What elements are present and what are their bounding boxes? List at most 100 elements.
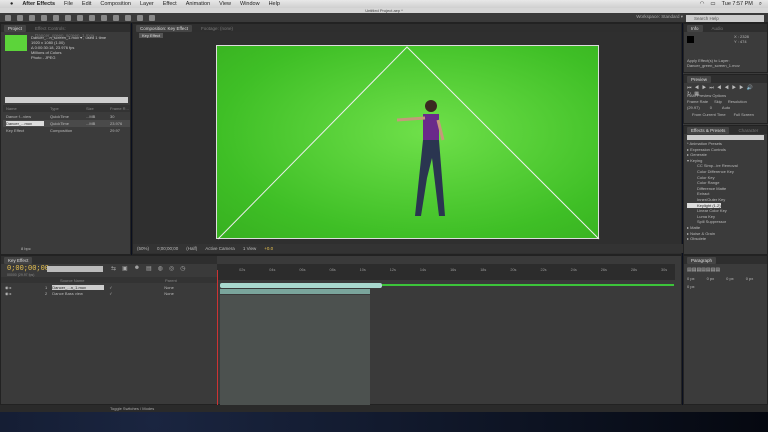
workspace-label: Workspace: bbox=[636, 14, 660, 19]
time-tick: 12s bbox=[389, 268, 396, 272]
views-dropdown[interactable]: 1 View bbox=[243, 246, 256, 251]
menu-window[interactable]: Window bbox=[240, 1, 260, 7]
paragraph-fields[interactable]: 0 px 0 px 0 px 0 px 0 px bbox=[684, 276, 767, 289]
mask-tool-icon[interactable] bbox=[77, 14, 83, 21]
eraser-tool-icon[interactable] bbox=[137, 14, 143, 21]
clock[interactable]: Tue 7:57 PM bbox=[722, 1, 753, 7]
current-time[interactable]: 0;00;00;00 bbox=[7, 265, 49, 273]
tab-preview[interactable]: Preview bbox=[687, 75, 712, 83]
time-tick: 20s bbox=[510, 268, 517, 272]
menu-app[interactable]: After Effects bbox=[22, 1, 55, 7]
pan-behind-tool-icon[interactable] bbox=[65, 14, 71, 21]
project-item[interactable]: Dancer_...mov QuickTime ...MB 23.976 bbox=[3, 120, 130, 127]
col-name[interactable]: Name bbox=[6, 106, 44, 111]
clone-tool-icon[interactable] bbox=[125, 14, 131, 21]
layer-bar[interactable] bbox=[220, 289, 370, 294]
brainstorm-icon: ◎ bbox=[168, 266, 175, 272]
menu-layer[interactable]: Layer bbox=[140, 1, 154, 7]
project-panel: Project Effect Controls: Dancer_green_scr… bbox=[0, 23, 131, 255]
tab-project[interactable]: Project bbox=[4, 24, 27, 32]
menu-help[interactable]: Help bbox=[269, 1, 280, 7]
effect-item[interactable]: ▸ Obsolete bbox=[687, 236, 767, 242]
desktop-background bbox=[0, 412, 768, 432]
timeline-switches[interactable]: ⇆ ▣ ☻ ▤ ◍ ◎ ◷ bbox=[111, 265, 185, 272]
time-tick: 30s bbox=[661, 268, 668, 272]
camera-dropdown[interactable]: Active Camera bbox=[205, 246, 235, 251]
tab-effect-controls[interactable]: Effect Controls: Dancer_green_screen_1.m… bbox=[31, 25, 130, 38]
time-tick: 24s bbox=[570, 268, 577, 272]
col-type[interactable]: Type bbox=[50, 106, 80, 111]
toggle-switches-modes[interactable]: Toggle Switches / Modes bbox=[110, 406, 154, 411]
puppet-tool-icon[interactable] bbox=[149, 14, 155, 21]
resolution-dropdown[interactable]: (Half) bbox=[186, 246, 197, 251]
composition-viewer: Composition: Key Effect Footage: (none) K… bbox=[132, 23, 683, 255]
layer-trim-line bbox=[382, 284, 674, 286]
timeline-search-input[interactable] bbox=[47, 266, 103, 272]
comp-breadcrumb[interactable]: Key Effect bbox=[139, 33, 164, 38]
time-tick: 28s bbox=[630, 268, 637, 272]
zoom-dropdown[interactable]: (50%) bbox=[137, 246, 149, 251]
preview-checkboxes[interactable]: From Current Time Full Screen bbox=[692, 112, 754, 117]
project-columns: Name Type Size Frame R... bbox=[3, 105, 130, 112]
menu-view[interactable]: View bbox=[219, 1, 231, 7]
project-item[interactable]: Key Effect Composition 29.97 bbox=[3, 127, 130, 134]
tab-audio[interactable]: Audio bbox=[708, 25, 728, 32]
preview-values[interactable]: (29.97) 0 Auto bbox=[687, 105, 730, 110]
tab-character[interactable]: Character bbox=[734, 127, 762, 134]
timecode-display[interactable]: 0;00;00;00 bbox=[157, 246, 178, 251]
search-help-input[interactable]: Search Help bbox=[686, 14, 764, 22]
alignment-buttons[interactable]: ▤▤▤▤▤▤▤ bbox=[684, 264, 767, 276]
menu-effect[interactable]: Effect bbox=[163, 1, 177, 7]
tab-footage[interactable]: Footage: (none) bbox=[197, 25, 237, 32]
zoom-tool-icon[interactable] bbox=[29, 14, 35, 21]
selection-tool-icon[interactable] bbox=[5, 14, 11, 21]
layer-row[interactable]: ◉ ▸ 2 Dance Bass view ✓ None bbox=[1, 290, 217, 296]
menu-file[interactable]: File bbox=[64, 1, 73, 7]
comp-canvas[interactable] bbox=[216, 45, 600, 240]
time-tick: 06s bbox=[299, 268, 306, 272]
tab-info[interactable]: Info bbox=[687, 24, 703, 32]
menu-composition[interactable]: Composition bbox=[100, 1, 131, 7]
eye-icon: ◉ ▸ bbox=[5, 290, 12, 296]
menu-animation[interactable]: Animation bbox=[186, 1, 210, 7]
current-time-indicator[interactable] bbox=[217, 270, 218, 406]
project-item[interactable]: Dance f...view QuickTime ...MB 30 bbox=[3, 113, 130, 120]
camera-tool-icon[interactable] bbox=[53, 14, 59, 21]
effect-item[interactable]: Inner/Outer Key bbox=[687, 197, 767, 203]
frame-blend-icon: ▤ bbox=[146, 266, 152, 272]
footage-info: Dancer_...n_screen_1.mov ▾ , used 1 time… bbox=[31, 35, 106, 60]
col-size[interactable]: Size bbox=[86, 106, 104, 111]
battery-icon[interactable]: ▭ bbox=[710, 1, 715, 7]
menu-edit[interactable]: Edit bbox=[82, 1, 91, 7]
hand-tool-icon[interactable] bbox=[17, 14, 23, 21]
brush-tool-icon[interactable] bbox=[113, 14, 119, 21]
workspace-selector[interactable]: Workspace: Standard ▾ bbox=[636, 14, 683, 20]
tab-composition[interactable]: Composition: Key Effect bbox=[136, 24, 192, 32]
exposure-value[interactable]: +0.0 bbox=[264, 246, 273, 251]
right-panels: Info Audio X : 2328 Y : 474 Apply Effect(… bbox=[683, 23, 768, 255]
wifi-icon[interactable]: ◠ bbox=[700, 1, 705, 7]
layer-columns: Source Name Parent bbox=[1, 277, 217, 283]
ram-preview-options[interactable]: RAM Preview Options bbox=[687, 93, 726, 98]
rotate-tool-icon[interactable] bbox=[41, 14, 47, 21]
layer-bar[interactable] bbox=[220, 283, 382, 288]
project-search-input[interactable] bbox=[5, 97, 128, 103]
spotlight-icon[interactable]: ⌕ bbox=[759, 1, 762, 8]
col-fps[interactable]: Frame R... bbox=[110, 106, 129, 111]
text-tool-icon[interactable] bbox=[101, 14, 107, 21]
timeline-footer: Toggle Switches / Modes bbox=[0, 405, 768, 412]
time-tick: 02s bbox=[239, 268, 246, 272]
tab-paragraph[interactable]: Paragraph bbox=[687, 256, 717, 264]
time-tick: 08s bbox=[329, 268, 336, 272]
effects-search-input[interactable] bbox=[687, 135, 764, 140]
tab-timeline-key-effect[interactable]: Key Effect bbox=[4, 256, 33, 264]
effects-list: * Animation Presets ▸ Expression Controls… bbox=[684, 141, 767, 242]
time-tick: 14s bbox=[419, 268, 427, 272]
apple-icon[interactable]: ● bbox=[10, 1, 13, 7]
dancer-figure bbox=[397, 100, 445, 216]
time-ruler[interactable]: 02s 04s 06s 08s 10s 12s 14s 16s 18s 20s 22s 24s 26s 2… bbox=[217, 264, 675, 280]
pen-tool-icon[interactable] bbox=[89, 14, 95, 21]
y-readout: Y : 474 bbox=[734, 39, 747, 44]
tab-effects-presets[interactable]: Effects & Presets bbox=[687, 126, 730, 134]
bpc-button[interactable]: 8 bpc bbox=[21, 246, 31, 251]
